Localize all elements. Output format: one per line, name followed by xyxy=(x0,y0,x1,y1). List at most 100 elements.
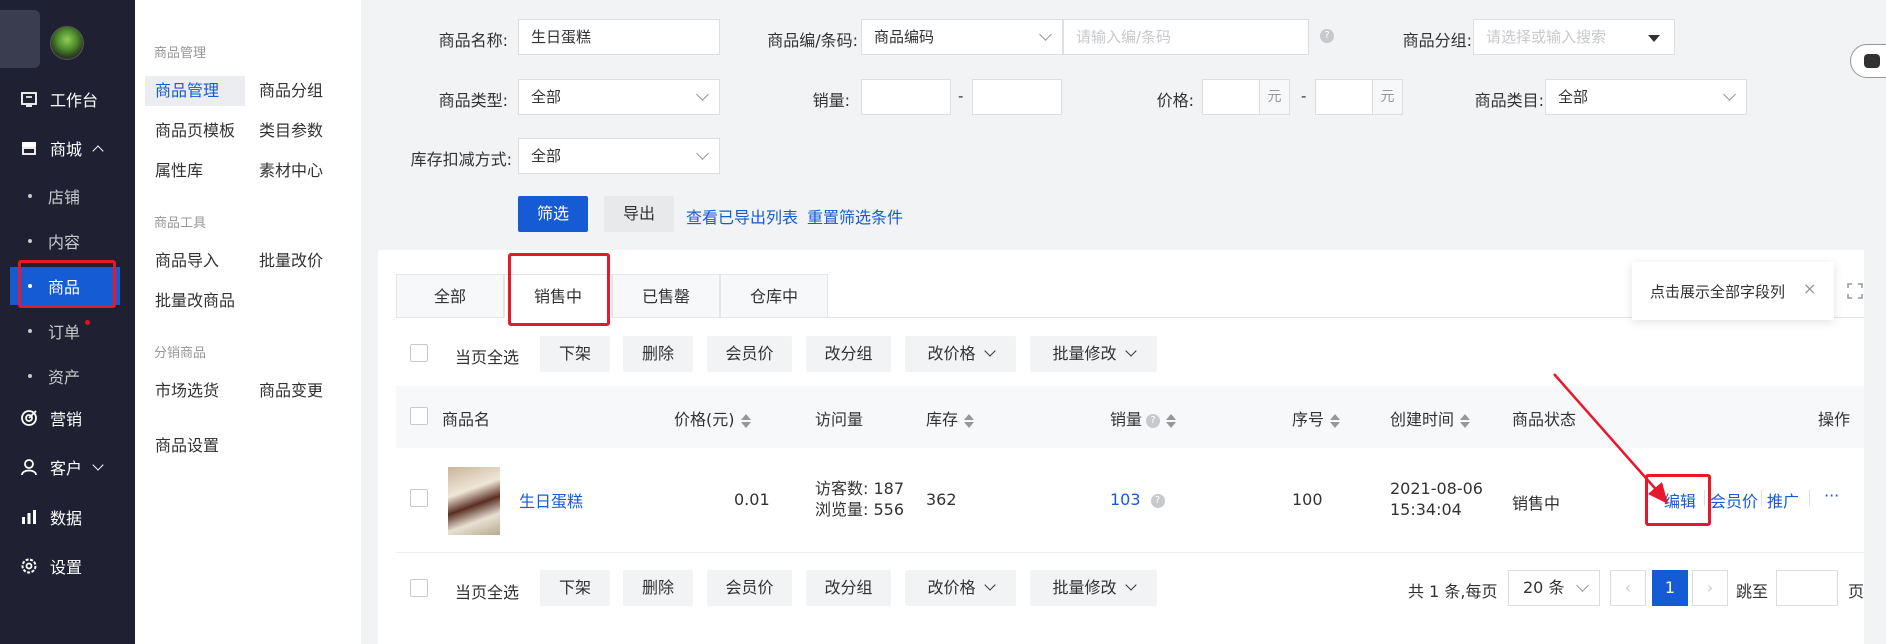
select-all-label: 当页全选 xyxy=(455,583,520,602)
nav-sub-assets[interactable]: 资产 xyxy=(10,357,120,395)
subnav-category-params[interactable]: 类目参数 xyxy=(249,116,333,146)
price-max-input[interactable]: 元 xyxy=(1315,79,1403,115)
sales-value[interactable]: 103? xyxy=(1110,490,1165,509)
per-page-value: 20 条 xyxy=(1523,578,1565,597)
more-icon[interactable]: ··· xyxy=(1824,486,1839,505)
reset-filter-link[interactable]: 重置筛选条件 xyxy=(807,204,903,228)
nav-item-settings[interactable]: 设置 xyxy=(0,546,135,586)
subnav-batch-price[interactable]: 批量改价 xyxy=(249,246,333,276)
pagination-total: 共 1 条,每页 xyxy=(1408,582,1498,601)
per-page-select[interactable]: 20 条 xyxy=(1508,570,1600,606)
category-label: 商品类目: xyxy=(1474,91,1544,110)
batch-edit-button[interactable]: 批量修改 xyxy=(1030,570,1157,606)
batch-edit-button[interactable]: 批量修改 xyxy=(1030,336,1157,372)
op-divider xyxy=(1809,490,1810,506)
chevron-down-icon xyxy=(1124,345,1137,357)
nav-item-shop[interactable]: 商城 xyxy=(0,128,135,168)
stock-select[interactable]: 全部 xyxy=(518,138,720,174)
sales-min-input[interactable] xyxy=(861,79,951,115)
prev-page-button[interactable]: ‹ xyxy=(1610,570,1646,606)
help-icon: ? xyxy=(1146,413,1161,428)
code-type-select[interactable]: 商品编码 xyxy=(861,19,1063,55)
member-price-button[interactable]: 会员价 xyxy=(707,336,792,372)
delete-button[interactable]: 删除 xyxy=(623,336,693,372)
subnav-goods-group[interactable]: 商品分组 xyxy=(249,76,333,106)
shop-logo[interactable] xyxy=(0,10,40,68)
avatar[interactable] xyxy=(50,26,84,60)
view-exports-link[interactable]: 查看已导出列表 xyxy=(686,204,798,228)
type-value: 全部 xyxy=(531,88,562,106)
nav-sub-store[interactable]: 店铺 xyxy=(10,177,120,215)
nav-item-workbench[interactable]: 工作台 xyxy=(0,79,135,119)
button-label: 批量修改 xyxy=(1052,344,1117,363)
data-icon xyxy=(20,508,38,526)
help-icon: ? xyxy=(1150,493,1165,508)
select-all-checkbox[interactable] xyxy=(410,344,428,362)
change-price-button[interactable]: 改价格 xyxy=(905,336,1016,372)
subnav-market-select[interactable]: 市场选货 xyxy=(145,376,229,406)
group-label: 商品分组: xyxy=(1402,31,1472,50)
unit-label: 元 xyxy=(1259,80,1289,114)
notification-dot xyxy=(85,320,90,325)
col-seq[interactable]: 序号 xyxy=(1292,406,1341,430)
col-price[interactable]: 价格(元) xyxy=(674,406,751,430)
filter-button[interactable]: 筛选 xyxy=(518,196,588,232)
row-checkbox[interactable] xyxy=(410,489,428,507)
created-value: 2021-08-06 15:34:04 xyxy=(1390,478,1483,520)
next-page-button[interactable]: › xyxy=(1692,570,1728,606)
code-input[interactable]: 请输入编/条码 xyxy=(1063,19,1309,55)
close-icon[interactable]: × xyxy=(1803,279,1816,298)
jump-input[interactable] xyxy=(1776,570,1838,606)
subnav-goods-settings[interactable]: 商品设置 xyxy=(145,431,229,461)
export-button[interactable]: 导出 xyxy=(604,196,674,232)
col-sales[interactable]: 销量? xyxy=(1110,406,1177,430)
subnav-goods-import[interactable]: 商品导入 xyxy=(145,246,229,276)
product-thumbnail[interactable] xyxy=(448,467,500,535)
select-all-checkbox-bottom[interactable] xyxy=(410,579,428,597)
change-price-button[interactable]: 改价格 xyxy=(905,570,1016,606)
subnav-material-center[interactable]: 素材中心 xyxy=(249,156,333,186)
page-1-button[interactable]: 1 xyxy=(1652,570,1688,606)
fullscreen-icon[interactable] xyxy=(1846,282,1864,300)
promote-link[interactable]: 推广 xyxy=(1767,488,1799,512)
nav-item-customer[interactable]: 客户 xyxy=(0,447,135,487)
tab-sold-out[interactable]: 已售罄 xyxy=(612,274,720,318)
nav-sub-content[interactable]: 内容 xyxy=(10,222,120,260)
member-price-button[interactable]: 会员价 xyxy=(707,570,792,606)
off-shelf-button[interactable]: 下架 xyxy=(540,336,610,372)
assistant-icon[interactable] xyxy=(1850,44,1886,78)
change-group-button[interactable]: 改分组 xyxy=(806,570,891,606)
category-select[interactable]: 全部 xyxy=(1545,79,1747,115)
price-min-input[interactable]: 元 xyxy=(1202,79,1290,115)
name-input[interactable]: 生日蛋糕 xyxy=(518,19,720,55)
chevron-down-icon xyxy=(983,579,996,591)
stock-label: 库存扣减方式: xyxy=(410,150,512,169)
product-name-link[interactable]: 生日蛋糕 xyxy=(519,488,583,512)
subnav-goods-change[interactable]: 商品变更 xyxy=(249,376,333,406)
header-checkbox[interactable] xyxy=(410,407,428,425)
type-label: 商品类型: xyxy=(438,91,508,110)
group-title: 商品工具 xyxy=(154,216,207,231)
sales-max-input[interactable] xyxy=(972,79,1062,115)
type-select[interactable]: 全部 xyxy=(518,79,720,115)
subnav-attribute-lib[interactable]: 属性库 xyxy=(145,156,213,186)
subnav-page-template[interactable]: 商品页模板 xyxy=(145,116,245,146)
nav-sub-orders[interactable]: 订单 xyxy=(10,312,120,350)
member-price-link[interactable]: 会员价 xyxy=(1710,488,1758,512)
tooltip-text: 点击展示全部字段列 xyxy=(1650,283,1786,301)
col-ops: 操作 xyxy=(1818,410,1851,429)
nav-item-marketing[interactable]: 营销 xyxy=(0,398,135,438)
delete-button[interactable]: 删除 xyxy=(623,570,693,606)
subnav-goods-management[interactable]: 商品管理 xyxy=(145,76,245,106)
off-shelf-button[interactable]: 下架 xyxy=(540,570,610,606)
col-created[interactable]: 创建时间 xyxy=(1390,406,1471,430)
op-divider xyxy=(1761,490,1762,506)
group-select[interactable]: 请选择或输入搜索 xyxy=(1473,19,1675,55)
nav-item-label: 客户 xyxy=(50,459,83,478)
nav-item-data[interactable]: 数据 xyxy=(0,497,135,537)
tab-warehouse[interactable]: 仓库中 xyxy=(720,274,828,318)
col-stock[interactable]: 库存 xyxy=(926,406,975,430)
tab-all[interactable]: 全部 xyxy=(396,274,504,318)
subnav-batch-goods[interactable]: 批量改商品 xyxy=(145,286,245,316)
change-group-button[interactable]: 改分组 xyxy=(806,336,891,372)
